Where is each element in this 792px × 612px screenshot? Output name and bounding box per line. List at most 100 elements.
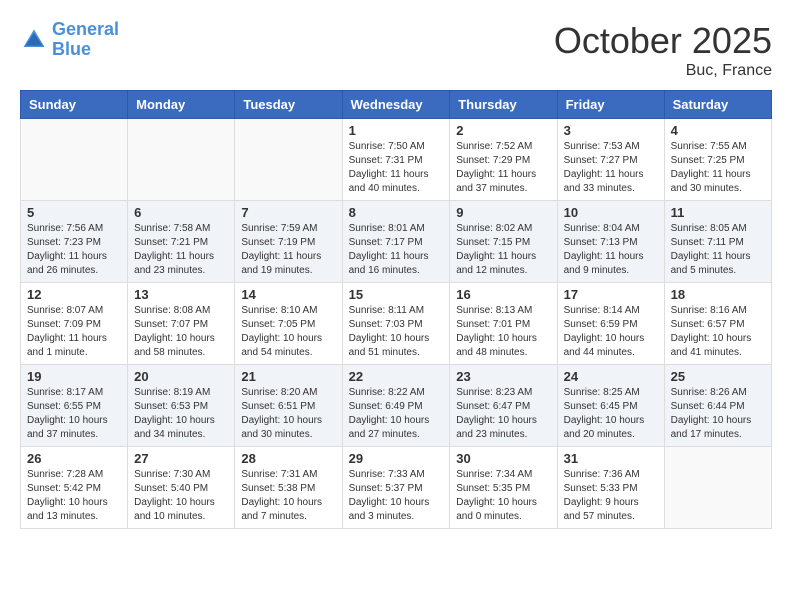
day-info: Sunrise: 7:30 AM Sunset: 5:40 PM Dayligh…: [134, 468, 228, 524]
day-info: Sunrise: 7:36 AM Sunset: 5:33 PM Dayligh…: [564, 468, 658, 524]
day-number: 15: [349, 287, 444, 302]
day-info: Sunrise: 8:19 AM Sunset: 6:53 PM Dayligh…: [134, 386, 228, 442]
weekday-header-saturday: Saturday: [664, 91, 771, 119]
location: Buc, France: [554, 62, 772, 80]
day-info: Sunrise: 7:33 AM Sunset: 5:37 PM Dayligh…: [349, 468, 444, 524]
calendar-cell: 7 Sunrise: 7:59 AM Sunset: 7:19 PM Daylig…: [235, 201, 342, 283]
day-info: Sunrise: 7:59 AM Sunset: 7:19 PM Dayligh…: [241, 222, 335, 278]
calendar-cell: 30Sunrise: 7:34 AM Sunset: 5:35 PM Dayli…: [450, 447, 557, 529]
day-info: Sunrise: 7:55 AM Sunset: 7:25 PM Dayligh…: [671, 140, 765, 196]
day-number: 23: [456, 369, 550, 384]
day-number: 3: [564, 123, 658, 138]
day-info: Sunrise: 8:02 AM Sunset: 7:15 PM Dayligh…: [456, 222, 550, 278]
day-number: 26: [27, 451, 121, 466]
day-number: 10: [564, 205, 658, 220]
calendar-cell: 15 Sunrise: 8:11 AM Sunset: 7:03 PM Dayli…: [342, 283, 450, 365]
day-info: Sunrise: 8:08 AM Sunset: 7:07 PM Dayligh…: [134, 304, 228, 360]
day-info: Sunrise: 8:05 AM Sunset: 7:11 PM Dayligh…: [671, 222, 765, 278]
day-number: 2: [456, 123, 550, 138]
calendar-cell: 2 Sunrise: 7:52 AM Sunset: 7:29 PM Daylig…: [450, 119, 557, 201]
calendar-cell: 21 Sunrise: 8:20 AM Sunset: 6:51 PM Dayli…: [235, 365, 342, 447]
calendar-cell: 16 Sunrise: 8:13 AM Sunset: 7:01 PM Dayli…: [450, 283, 557, 365]
day-info: Sunrise: 8:01 AM Sunset: 7:17 PM Dayligh…: [349, 222, 444, 278]
weekday-header-friday: Friday: [557, 91, 664, 119]
calendar-cell: 4 Sunrise: 7:55 AM Sunset: 7:25 PM Daylig…: [664, 119, 771, 201]
day-number: 27: [134, 451, 228, 466]
calendar-cell: 27 Sunrise: 7:30 AM Sunset: 5:40 PM Dayli…: [128, 447, 235, 529]
calendar-cell: 18 Sunrise: 8:16 AM Sunset: 6:57 PM Dayli…: [664, 283, 771, 365]
calendar-cell: 11 Sunrise: 8:05 AM Sunset: 7:11 PM Dayli…: [664, 201, 771, 283]
weekday-header-thursday: Thursday: [450, 91, 557, 119]
day-info: Sunrise: 8:25 AM Sunset: 6:45 PM Dayligh…: [564, 386, 658, 442]
calendar-cell: 19 Sunrise: 8:17 AM Sunset: 6:55 PM Dayli…: [21, 365, 128, 447]
day-number: 28: [241, 451, 335, 466]
month-title: October 2025: [554, 20, 772, 62]
day-number: 1: [349, 123, 444, 138]
calendar-cell: 1 Sunrise: 7:50 AM Sunset: 7:31 PM Daylig…: [342, 119, 450, 201]
day-number: 16: [456, 287, 550, 302]
calendar-cell: 12Sunrise: 8:07 AM Sunset: 7:09 PM Dayli…: [21, 283, 128, 365]
day-info: Sunrise: 7:52 AM Sunset: 7:29 PM Dayligh…: [456, 140, 550, 196]
day-number: 7: [241, 205, 335, 220]
day-info: Sunrise: 7:50 AM Sunset: 7:31 PM Dayligh…: [349, 140, 444, 196]
calendar-cell: 6 Sunrise: 7:58 AM Sunset: 7:21 PM Daylig…: [128, 201, 235, 283]
calendar-table: SundayMondayTuesdayWednesdayThursdayFrid…: [20, 90, 772, 529]
day-info: Sunrise: 7:53 AM Sunset: 7:27 PM Dayligh…: [564, 140, 658, 196]
day-info: Sunrise: 8:17 AM Sunset: 6:55 PM Dayligh…: [27, 386, 121, 442]
day-number: 6: [134, 205, 228, 220]
day-number: 14: [241, 287, 335, 302]
calendar-cell: 29 Sunrise: 7:33 AM Sunset: 5:37 PM Dayli…: [342, 447, 450, 529]
day-number: 24: [564, 369, 658, 384]
calendar-cell: 14 Sunrise: 8:10 AM Sunset: 7:05 PM Dayli…: [235, 283, 342, 365]
day-number: 8: [349, 205, 444, 220]
day-number: 30: [456, 451, 550, 466]
calendar-cell: 28 Sunrise: 7:31 AM Sunset: 5:38 PM Dayli…: [235, 447, 342, 529]
calendar-week-3: 12Sunrise: 8:07 AM Sunset: 7:09 PM Dayli…: [21, 283, 772, 365]
day-number: 4: [671, 123, 765, 138]
day-number: 17: [564, 287, 658, 302]
day-number: 19: [27, 369, 121, 384]
logo-text: General Blue: [52, 20, 119, 60]
day-info: Sunrise: 8:10 AM Sunset: 7:05 PM Dayligh…: [241, 304, 335, 360]
calendar-cell: 23 Sunrise: 8:23 AM Sunset: 6:47 PM Dayli…: [450, 365, 557, 447]
calendar-week-1: 1 Sunrise: 7:50 AM Sunset: 7:31 PM Daylig…: [21, 119, 772, 201]
day-number: 11: [671, 205, 765, 220]
day-info: Sunrise: 8:04 AM Sunset: 7:13 PM Dayligh…: [564, 222, 658, 278]
day-number: 22: [349, 369, 444, 384]
day-info: Sunrise: 8:11 AM Sunset: 7:03 PM Dayligh…: [349, 304, 444, 360]
day-info: Sunrise: 7:31 AM Sunset: 5:38 PM Dayligh…: [241, 468, 335, 524]
day-info: Sunrise: 8:26 AM Sunset: 6:44 PM Dayligh…: [671, 386, 765, 442]
calendar-cell: 5Sunrise: 7:56 AM Sunset: 7:23 PM Daylig…: [21, 201, 128, 283]
day-number: 29: [349, 451, 444, 466]
page-header: General Blue October 2025 Buc, France: [20, 20, 772, 80]
day-info: Sunrise: 8:16 AM Sunset: 6:57 PM Dayligh…: [671, 304, 765, 360]
day-info: Sunrise: 7:58 AM Sunset: 7:21 PM Dayligh…: [134, 222, 228, 278]
calendar-cell: 3 Sunrise: 7:53 AM Sunset: 7:27 PM Daylig…: [557, 119, 664, 201]
calendar-cell: 26 Sunrise: 7:28 AM Sunset: 5:42 PM Dayli…: [21, 447, 128, 529]
day-number: 18: [671, 287, 765, 302]
logo-icon: [20, 26, 48, 54]
title-area: October 2025 Buc, France: [554, 20, 772, 80]
day-number: 21: [241, 369, 335, 384]
weekday-header-monday: Monday: [128, 91, 235, 119]
day-number: 25: [671, 369, 765, 384]
day-info: Sunrise: 8:13 AM Sunset: 7:01 PM Dayligh…: [456, 304, 550, 360]
calendar-cell: [21, 119, 128, 201]
calendar-header-row: SundayMondayTuesdayWednesdayThursdayFrid…: [21, 91, 772, 119]
calendar-cell: 8 Sunrise: 8:01 AM Sunset: 7:17 PM Daylig…: [342, 201, 450, 283]
calendar-cell: 25 Sunrise: 8:26 AM Sunset: 6:44 PM Dayli…: [664, 365, 771, 447]
day-info: Sunrise: 8:23 AM Sunset: 6:47 PM Dayligh…: [456, 386, 550, 442]
calendar-cell: [235, 119, 342, 201]
day-number: 9: [456, 205, 550, 220]
calendar-cell: 31Sunrise: 7:36 AM Sunset: 5:33 PM Dayli…: [557, 447, 664, 529]
weekday-header-tuesday: Tuesday: [235, 91, 342, 119]
day-number: 5: [27, 205, 121, 220]
day-number: 13: [134, 287, 228, 302]
day-info: Sunrise: 8:20 AM Sunset: 6:51 PM Dayligh…: [241, 386, 335, 442]
day-info: Sunrise: 7:28 AM Sunset: 5:42 PM Dayligh…: [27, 468, 121, 524]
calendar-week-4: 19 Sunrise: 8:17 AM Sunset: 6:55 PM Dayli…: [21, 365, 772, 447]
day-info: Sunrise: 8:22 AM Sunset: 6:49 PM Dayligh…: [349, 386, 444, 442]
calendar-cell: [128, 119, 235, 201]
day-number: 12: [27, 287, 121, 302]
logo: General Blue: [20, 20, 119, 60]
